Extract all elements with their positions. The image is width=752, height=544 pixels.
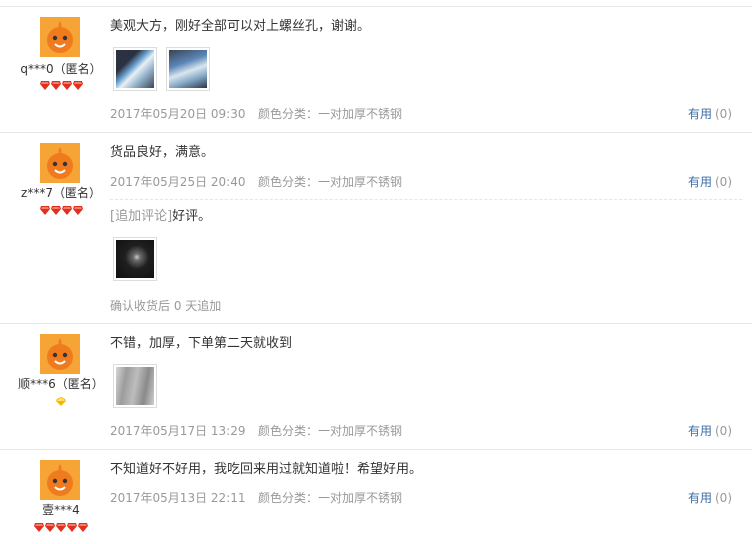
review-text: 不知道好不好用，我吃回来用过就知道啦！希望好用。 (110, 462, 423, 477)
append-subtext: 确认收货后 0 天追加 (110, 299, 222, 313)
useful-count: (0) (715, 175, 732, 189)
buyer-rank-badge (0, 81, 122, 93)
username[interactable]: 顺***6（匿名） (0, 375, 122, 392)
gem-icon (61, 81, 72, 90)
review-item: 壹***4 不知道好不好用，我吃回来用过就知道啦！希望好用。 2017年05月1… (0, 450, 752, 544)
review-date: 2017年05月13日 22:11 (110, 491, 246, 505)
review-date: 2017年05月25日 20:40 (110, 175, 246, 189)
review-text: 不错，加厚，下单第二天就收到 (110, 336, 293, 351)
useful-button[interactable]: 有用 (0) (688, 174, 732, 190)
append-tag: [追加评论] (110, 209, 173, 224)
review-meta: 2017年05月25日 20:40 颜色分类：一对加厚不锈钢 (110, 174, 402, 190)
append-text: 好评。 (172, 209, 212, 224)
useful-label: 有用 (687, 107, 712, 121)
gem-icon (72, 206, 83, 215)
review-item: 顺***6（匿名） 不错，加厚，下单第二天就收到 2017年05月17日 13:… (0, 324, 752, 450)
useful-count: (0) (715, 491, 732, 505)
review-date: 2017年05月17日 13:29 (110, 424, 246, 438)
gem-icon (45, 523, 55, 532)
sku-info: 颜色分类：一对加厚不锈钢 (258, 491, 403, 505)
review-meta: 2017年05月17日 13:29 颜色分类：一对加厚不锈钢 (110, 423, 402, 439)
avatar[interactable] (40, 460, 80, 500)
gem-icon (61, 206, 72, 215)
username[interactable]: z***7（匿名） (0, 184, 122, 201)
gem-icon (67, 523, 77, 532)
review-photo[interactable] (113, 237, 157, 281)
buyer-rank-badge (0, 397, 122, 409)
username[interactable]: 壹***4 (0, 501, 122, 518)
useful-label: 有用 (687, 175, 712, 189)
review-meta: 2017年05月20日 09:30 颜色分类：一对加厚不锈钢 (110, 106, 402, 122)
review-item: q***0（匿名） 美观大方，刚好全部可以对上螺丝孔，谢谢。 2017年05月2… (0, 7, 752, 133)
gem-icon (50, 81, 61, 90)
review-text: 美观大方，刚好全部可以对上螺丝孔，谢谢。 (110, 19, 371, 34)
useful-label: 有用 (687, 424, 712, 438)
avatar[interactable] (40, 17, 80, 57)
gem-icon (34, 523, 44, 532)
gem-icon (56, 523, 66, 532)
gem-icon (72, 81, 83, 90)
username[interactable]: q***0（匿名） (0, 60, 122, 77)
review-text: 货品良好，满意。 (110, 145, 215, 160)
append-divider (110, 199, 742, 200)
append-review: [追加评论]好评。 (110, 207, 710, 227)
review-photo[interactable] (113, 47, 157, 91)
useful-count: (0) (715, 424, 732, 438)
sku-info: 颜色分类：一对加厚不锈钢 (258, 175, 403, 189)
gem-icon (39, 206, 50, 215)
useful-count: (0) (715, 107, 732, 121)
avatar[interactable] (40, 143, 80, 183)
buyer-rank-badge (0, 206, 122, 218)
useful-label: 有用 (687, 491, 712, 505)
useful-button[interactable]: 有用 (0) (688, 106, 732, 122)
useful-button[interactable]: 有用 (0) (688, 423, 732, 439)
useful-button[interactable]: 有用 (0) (688, 490, 732, 506)
review-date: 2017年05月20日 09:30 (110, 107, 246, 121)
review-item: z***7（匿名） 货品良好，满意。 2017年05月25日 20:40 颜色分类… (0, 133, 752, 324)
avatar[interactable] (40, 334, 80, 374)
review-meta: 2017年05月13日 22:11 颜色分类：一对加厚不锈钢 (110, 490, 402, 506)
review-photo[interactable] (166, 47, 210, 91)
sku-info: 颜色分类：一对加厚不锈钢 (258, 424, 403, 438)
buyer-rank-badge (0, 523, 122, 535)
sku-info: 颜色分类：一对加厚不锈钢 (258, 107, 403, 121)
gem-icon (50, 206, 61, 215)
gem-icon (39, 81, 50, 90)
review-photo[interactable] (113, 364, 157, 408)
diamond-icon (56, 397, 66, 406)
gem-icon (78, 523, 88, 532)
